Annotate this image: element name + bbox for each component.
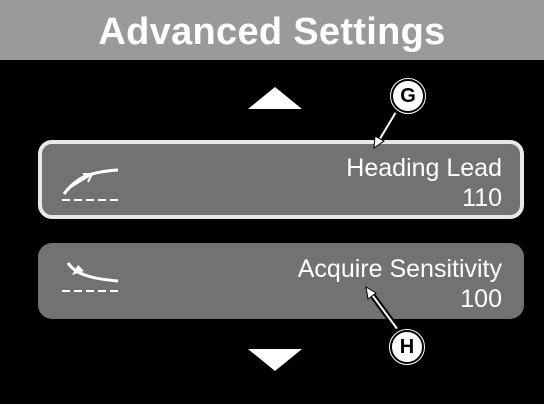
callout-letter: G xyxy=(391,79,425,113)
callout-marker-h: H xyxy=(386,326,428,368)
callout-marker-g: G xyxy=(387,75,429,117)
callout-leader-lines xyxy=(365,110,401,332)
callout-letter: H xyxy=(390,330,424,364)
